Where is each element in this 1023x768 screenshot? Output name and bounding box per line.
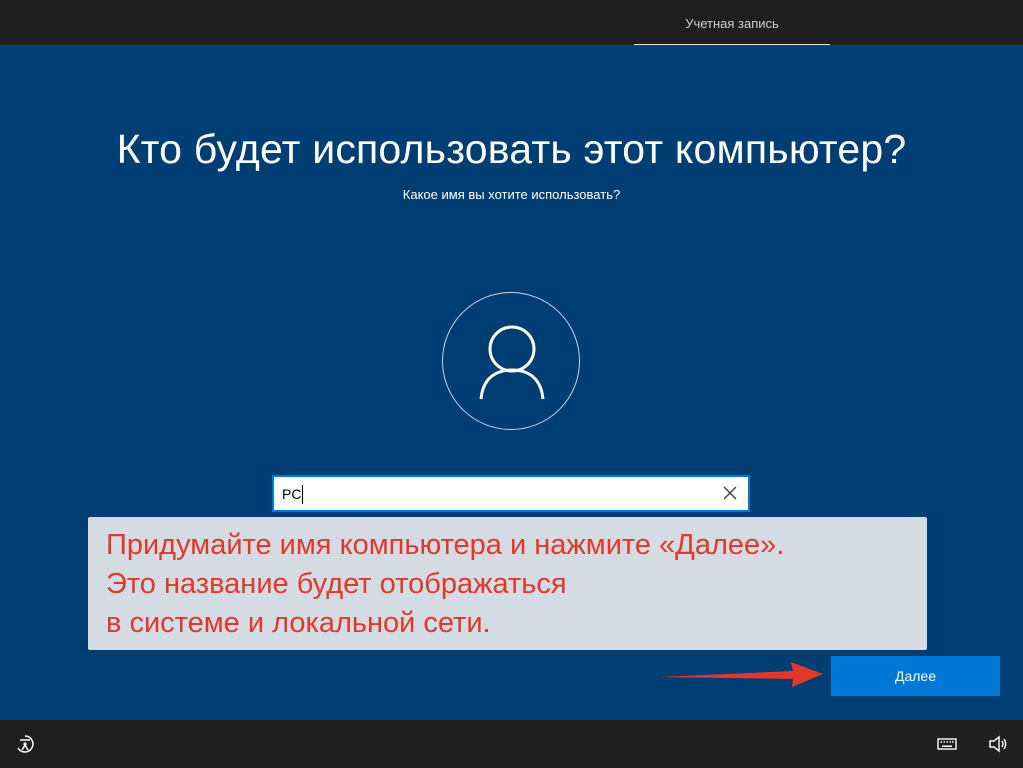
page-subtitle: Какое имя вы хотите использовать? — [402, 187, 621, 202]
annotation-callout: Придумайте имя компьютера и нажмите «Дал… — [88, 517, 927, 650]
main-panel: Кто будет использовать этот компьютер? К… — [0, 46, 1023, 720]
next-button[interactable]: Далее — [831, 656, 1000, 696]
tab-account-label: Учетная запись — [685, 15, 779, 31]
avatar — [442, 292, 580, 430]
volume-icon[interactable] — [987, 733, 1009, 755]
annotation-line-3: в системе и локальной сети. — [106, 607, 491, 639]
page-title: Кто будет использовать этот компьютер? — [116, 126, 907, 172]
keyboard-icon[interactable] — [936, 733, 958, 755]
bottom-bar — [0, 720, 1023, 768]
tab-account[interactable]: Учетная запись — [634, 0, 830, 46]
close-icon[interactable] — [720, 483, 740, 503]
annotation-line-2: Это название будет отображаться — [106, 568, 567, 600]
arrow-annotation — [659, 662, 823, 687]
ease-of-access-icon[interactable] — [14, 733, 36, 755]
user-icon — [479, 325, 545, 400]
name-input-box — [272, 475, 750, 512]
top-bar: Учетная запись — [0, 0, 1023, 46]
text-caret — [302, 485, 303, 504]
annotation-line-1: Придумайте имя компьютера и нажмите «Дал… — [106, 529, 785, 561]
computer-name-input[interactable] — [282, 477, 702, 510]
